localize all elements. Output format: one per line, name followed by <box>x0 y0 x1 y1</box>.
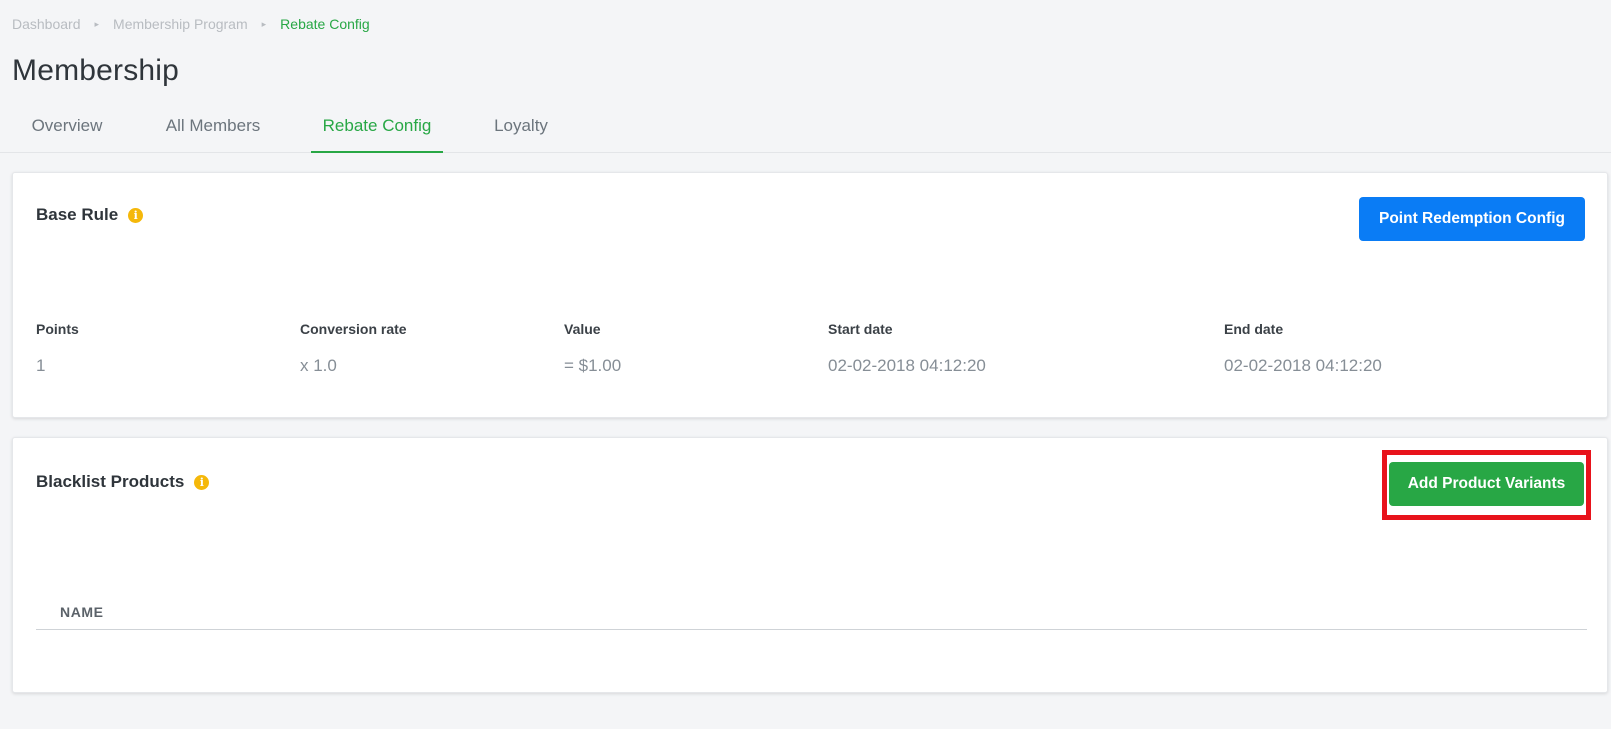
breadcrumb: Dashboard ▸ Membership Program ▸ Rebate … <box>12 16 370 32</box>
base-rule-header: Base Rule i <box>36 205 144 225</box>
point-redemption-config-button[interactable]: Point Redemption Config <box>1359 197 1585 241</box>
info-icon[interactable]: i <box>128 207 144 223</box>
field-value: 1 <box>36 356 46 375</box>
field-value: 02-02-2018 04:12:20 <box>1224 356 1382 375</box>
tab-loyalty[interactable]: Loyalty <box>483 104 559 153</box>
base-rule-title: Base Rule <box>36 205 119 224</box>
blacklist-products-card: Blacklist Products i Add Product Variant… <box>12 437 1608 693</box>
blacklist-table-header: NAME <box>36 596 1587 630</box>
blacklist-header: Blacklist Products i <box>36 472 210 492</box>
field-label: End date <box>1224 321 1284 337</box>
info-icon[interactable]: i <box>194 474 210 490</box>
breadcrumb-dashboard[interactable]: Dashboard <box>12 16 81 32</box>
field-start-date: Start date 02-02-2018 04:12:20 <box>828 321 986 376</box>
field-label: Conversion rate <box>300 321 407 337</box>
breadcrumb-separator-icon: ▸ <box>261 18 267 29</box>
field-conversion-rate: Conversion rate x 1.0 <box>300 321 407 376</box>
tab-overview[interactable]: Overview <box>23 104 111 153</box>
column-header-name: NAME <box>60 604 104 620</box>
field-value: x 1.0 <box>300 356 337 375</box>
blacklist-title: Blacklist Products <box>36 472 185 491</box>
field-label: Start date <box>828 321 893 337</box>
field-label: Points <box>36 321 79 337</box>
field-value: = $1.00 <box>564 356 622 375</box>
breadcrumb-membership-program[interactable]: Membership Program <box>113 16 248 32</box>
field-value-amount: Value = $1.00 <box>564 321 621 376</box>
breadcrumb-rebate-config: Rebate Config <box>280 16 370 32</box>
base-rule-card: Base Rule i Point Redemption Config Poin… <box>12 172 1608 418</box>
page: Dashboard ▸ Membership Program ▸ Rebate … <box>0 0 1611 729</box>
add-product-variants-button[interactable]: Add Product Variants <box>1389 462 1584 506</box>
field-points: Points 1 <box>36 321 79 376</box>
field-end-date: End date 02-02-2018 04:12:20 <box>1224 321 1382 376</box>
page-title: Membership <box>12 54 180 87</box>
tab-all-members[interactable]: All Members <box>155 104 271 153</box>
breadcrumb-separator-icon: ▸ <box>94 18 100 29</box>
tab-bar: Overview All Members Rebate Config Loyal… <box>0 104 1611 153</box>
tab-rebate-config[interactable]: Rebate Config <box>311 104 443 153</box>
field-value: 02-02-2018 04:12:20 <box>828 356 986 375</box>
field-label: Value <box>564 321 601 337</box>
